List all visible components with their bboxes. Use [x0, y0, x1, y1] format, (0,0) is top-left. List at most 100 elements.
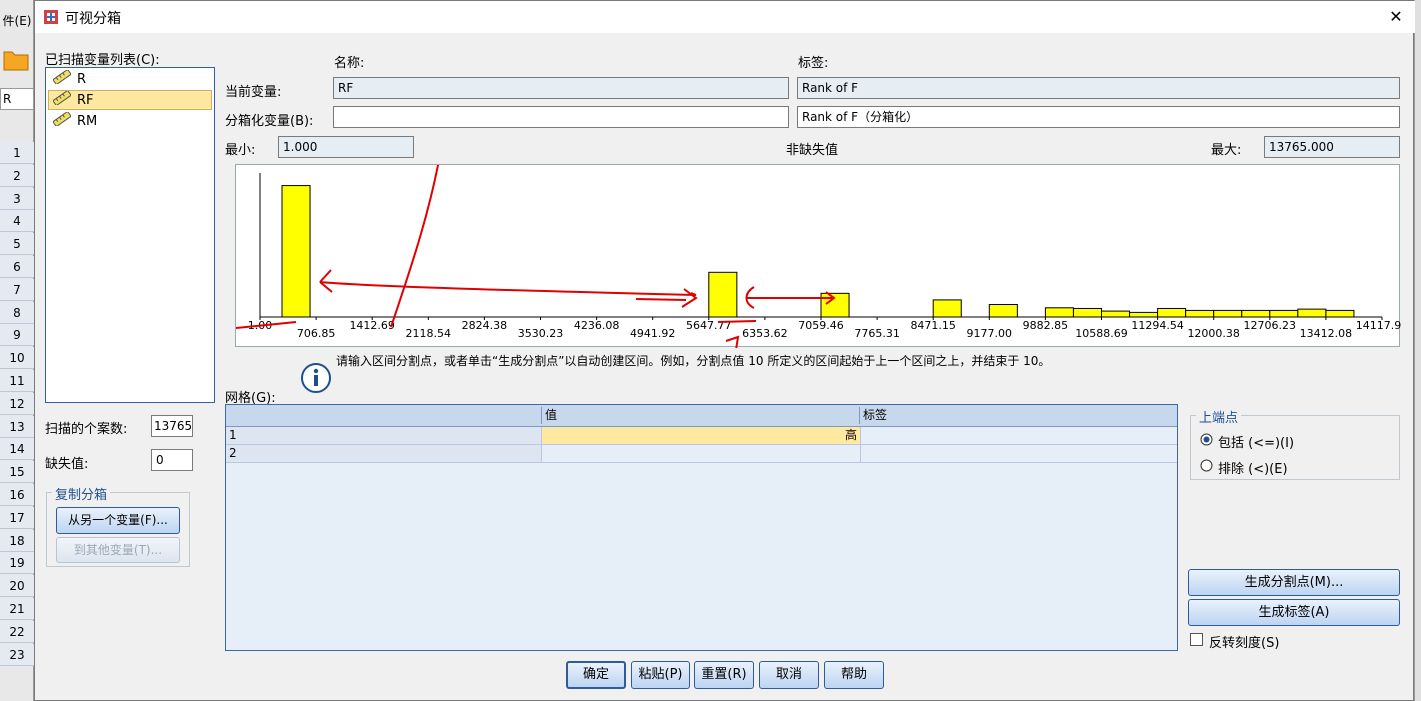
title-bar: 可视分箱 ✕ — [35, 1, 1415, 33]
binned-variable-name-input[interactable] — [333, 106, 789, 128]
tag-column-label: 标签: — [798, 56, 829, 71]
binned-variable-label: 分箱化变量(B): — [225, 114, 314, 129]
row-number[interactable]: 13 — [0, 415, 34, 438]
x-tick-label: 4236.08 — [574, 319, 620, 332]
annotation-arrow-line — [319, 281, 697, 296]
row-number[interactable]: 19 — [0, 552, 34, 575]
scanned-list-label: 已扫描变量列表(C): — [45, 53, 160, 68]
ruler-icon — [52, 110, 72, 130]
x-tick-label: 706.85 — [297, 327, 336, 340]
x-tick-label: 7059.46 — [798, 319, 844, 332]
include-radio-label[interactable]: 包括 (<=)(I) — [1218, 432, 1294, 451]
reset-button[interactable]: 重置(R) — [694, 661, 754, 689]
cases-scanned-field: 13765 — [151, 415, 193, 437]
x-tick-label: 4941.92 — [630, 327, 676, 340]
row-number[interactable]: 6 — [0, 256, 34, 278]
row-number[interactable]: 2 — [0, 164, 34, 187]
histogram-bar — [1101, 310, 1131, 318]
info-icon — [300, 362, 332, 398]
missing-label: 缺失值: — [45, 457, 89, 472]
row-number[interactable]: 8 — [0, 301, 34, 324]
scanned-variable-list[interactable]: R RF RM — [45, 67, 215, 403]
row-number[interactable]: 11 — [0, 370, 34, 392]
row-number[interactable]: 4 — [0, 210, 34, 233]
histogram-bar — [1325, 309, 1355, 318]
row-number[interactable]: 20 — [0, 575, 34, 598]
histogram-bar — [1241, 309, 1271, 318]
histogram-bar — [820, 292, 850, 318]
row-number[interactable]: 7 — [0, 278, 34, 301]
row-number[interactable]: 5 — [0, 233, 34, 256]
grid-tag-cell[interactable] — [860, 427, 1176, 444]
x-tick-label: 8471.15 — [910, 319, 956, 332]
row-number[interactable]: 23 — [0, 643, 34, 666]
histogram-bar — [281, 185, 311, 318]
close-icon[interactable]: ✕ — [1385, 6, 1407, 28]
row-number[interactable]: 18 — [0, 529, 34, 552]
row-number[interactable]: 3 — [0, 187, 34, 210]
row-number[interactable]: 15 — [0, 461, 34, 484]
annotation-arrow-left-head — [319, 269, 333, 293]
binned-variable-tag-input[interactable]: Rank of F（分箱化） — [797, 106, 1400, 128]
x-tick-label: 12000.38 — [1187, 327, 1240, 340]
list-item-label: RM — [77, 113, 98, 129]
cell-name-box[interactable]: R — [0, 88, 34, 110]
x-tick-label: 3530.23 — [518, 327, 564, 340]
grid-tag-cell[interactable] — [860, 445, 1176, 462]
histogram-chart[interactable]: 1.00 1412.69 2824.38 4236.08 5647.77 7059.46 8… — [235, 142, 1408, 364]
exclude-radio-label[interactable]: 排除 (<)(E) — [1218, 458, 1288, 477]
grid-value-cell[interactable] — [542, 445, 860, 462]
copy-to-variables-button[interactable]: 到其他变量(T)... — [56, 537, 180, 563]
x-tick-label: 2824.38 — [462, 319, 508, 332]
cutpoint-grid[interactable]: 值 标签 1 高 2 — [225, 404, 1178, 651]
ok-button[interactable]: 确定 — [566, 661, 626, 689]
row-number[interactable]: 10 — [0, 347, 34, 370]
include-radio[interactable] — [1200, 433, 1213, 450]
grid-header-row: 值 标签 — [226, 405, 1177, 427]
visual-binning-dialog: 可视分箱 ✕ 已扫描变量列表(C): R RF RM 名称: 标签: 当前变量: R… — [34, 0, 1415, 701]
annotation-slash-line — [390, 142, 443, 328]
grid-header-num — [226, 407, 542, 424]
list-item-label: R — [77, 71, 87, 87]
exclude-radio[interactable] — [1200, 459, 1213, 476]
row-number[interactable]: 14 — [0, 438, 34, 461]
list-item[interactable]: RM — [48, 110, 212, 131]
min-value-field: 1.000 — [278, 136, 414, 158]
grid-header-tag: 标签 — [863, 408, 888, 422]
reverse-scale-checkbox[interactable] — [1190, 633, 1203, 646]
grid-header-value: 值 — [542, 407, 860, 424]
grid-row-number: 1 — [226, 427, 542, 444]
grid-value-cell[interactable]: 高 — [542, 427, 860, 444]
ruler-icon — [52, 68, 72, 88]
x-tick-label: 1412.69 — [349, 319, 395, 332]
row-number[interactable]: 16 — [0, 484, 34, 506]
row-number[interactable]: 22 — [0, 620, 34, 643]
row-number[interactable]: 1 — [0, 142, 34, 164]
current-variable-tag-field: Rank of F — [797, 77, 1400, 99]
make-labels-button[interactable]: 生成标签(A) — [1188, 599, 1400, 626]
copy-from-variable-button[interactable]: 从另一个变量(F)... — [56, 507, 180, 534]
x-tick-label: 9177.00 — [967, 327, 1013, 340]
list-item[interactable]: R — [48, 68, 212, 89]
list-item-label: RF — [77, 92, 94, 108]
paste-button[interactable]: 粘贴(P) — [631, 661, 690, 689]
histogram-bar — [932, 299, 962, 318]
row-number[interactable]: 12 — [0, 392, 34, 415]
help-button[interactable]: 帮助 — [824, 661, 884, 689]
menu-file-partial[interactable]: 件(E) — [0, 10, 34, 32]
histogram-bar — [1044, 307, 1074, 318]
reverse-scale-label[interactable]: 反转刻度(S) — [1209, 632, 1279, 651]
list-item[interactable]: RF — [48, 89, 212, 110]
row-number[interactable]: 9 — [0, 324, 34, 347]
max-label: 最大: — [1211, 143, 1242, 158]
folder-icon[interactable] — [2, 44, 30, 74]
table-row[interactable]: 1 高 — [226, 427, 1177, 445]
cancel-button[interactable]: 取消 — [759, 661, 819, 689]
x-tick-label: 11294.54 — [1131, 319, 1184, 332]
row-number[interactable]: 17 — [0, 506, 34, 529]
histogram-panel[interactable]: 1.00 1412.69 2824.38 4236.08 5647.77 7059.46 8… — [235, 142, 1408, 364]
histogram-bar — [708, 271, 738, 318]
table-row[interactable]: 2 — [226, 445, 1177, 463]
row-number[interactable]: 21 — [0, 598, 34, 620]
make-cutpoints-button[interactable]: 生成分割点(M)... — [1188, 569, 1400, 596]
